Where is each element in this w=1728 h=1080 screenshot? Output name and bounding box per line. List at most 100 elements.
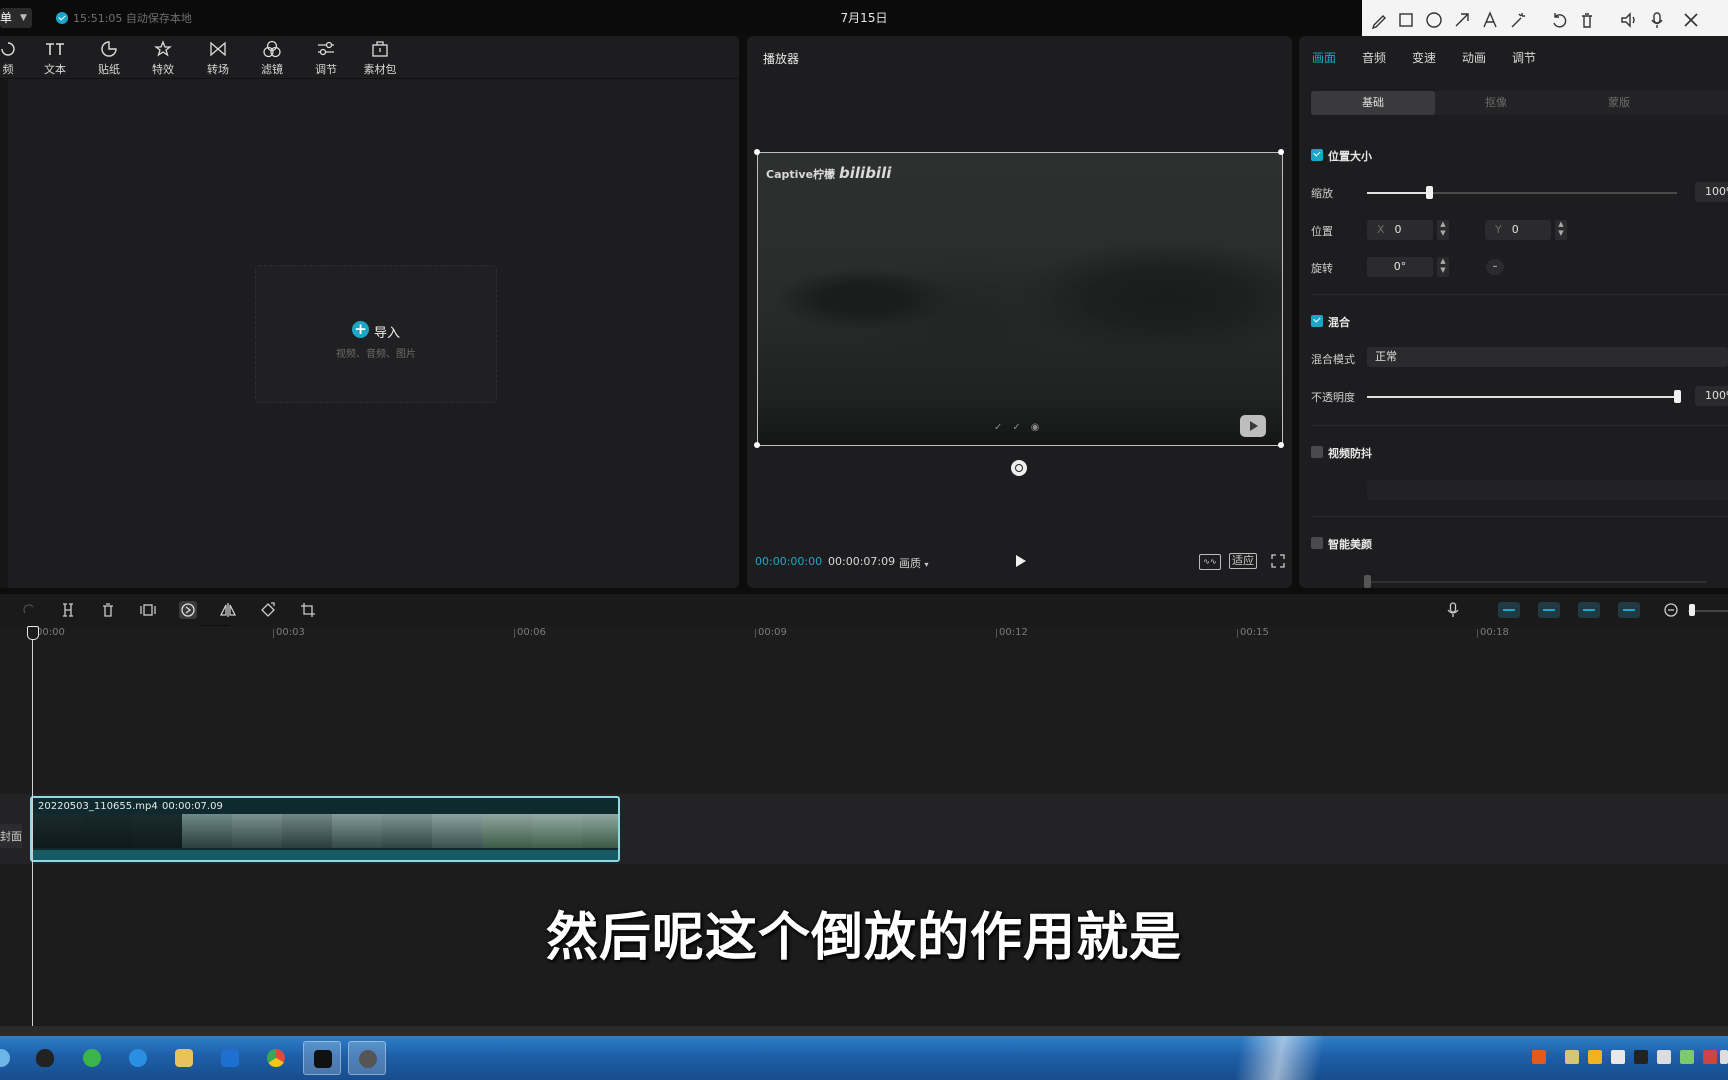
subtab-mask[interactable]: 蒙版 <box>1557 91 1681 115</box>
tab-filter[interactable]: 滤镜 <box>250 40 294 78</box>
tab-text[interactable]: 文本 <box>33 40 77 78</box>
trash-icon[interactable] <box>1576 9 1598 31</box>
resize-handle[interactable] <box>754 149 760 155</box>
subtab-basic[interactable]: 基础 <box>1311 91 1435 115</box>
tray-app-icon[interactable] <box>1657 1050 1671 1064</box>
beauty-checkbox[interactable] <box>1311 537 1323 549</box>
playhead-handle[interactable] <box>27 626 39 640</box>
rotate-handle[interactable] <box>1011 460 1027 476</box>
tab-adjust[interactable]: 调节 <box>304 40 348 78</box>
qq-tray-icon[interactable] <box>1634 1050 1648 1064</box>
auto-snap-icon[interactable] <box>1538 602 1560 618</box>
blend-mode-select[interactable]: 正常 <box>1367 347 1728 367</box>
resize-handle[interactable] <box>1278 149 1284 155</box>
fullscreen-icon[interactable] <box>1271 554 1285 568</box>
rectangle-icon[interactable] <box>1395 9 1417 31</box>
rotate-input[interactable]: 0° <box>1367 257 1433 277</box>
tab-sticker[interactable]: 贴纸 <box>87 40 131 78</box>
circle-icon[interactable] <box>1423 9 1445 31</box>
close-icon[interactable] <box>1680 9 1702 31</box>
preview-axis-icon[interactable] <box>1618 602 1640 618</box>
split-icon[interactable] <box>59 601 77 619</box>
tab-audio-props[interactable]: 音频 <box>1362 49 1386 66</box>
subtab-cutout[interactable]: 抠像 <box>1434 91 1558 115</box>
rotate-dial-icon[interactable]: – <box>1486 259 1504 275</box>
taskbar-wechat[interactable] <box>73 1041 111 1075</box>
arrow-icon[interactable] <box>1451 9 1473 31</box>
ratio-button[interactable]: 适应 <box>1229 553 1257 569</box>
tab-effects[interactable]: 特效 <box>141 40 185 78</box>
import-dropzone[interactable]: + 导入 视频、音频、图片 <box>255 265 497 403</box>
notification-flag-icon[interactable] <box>1703 1050 1717 1064</box>
scale-slider[interactable] <box>1367 192 1677 194</box>
tab-package[interactable]: 素材包 <box>358 40 402 78</box>
redo-icon[interactable] <box>20 601 38 619</box>
taskbar-capcut[interactable] <box>303 1041 341 1075</box>
tray-app-icon[interactable] <box>1611 1050 1625 1064</box>
resize-handle[interactable] <box>1278 442 1284 448</box>
speaker-icon[interactable] <box>1618 9 1640 31</box>
security-shield-icon[interactable] <box>1588 1050 1602 1064</box>
tab-transition[interactable]: 转场 <box>196 40 240 78</box>
taskbar-app[interactable] <box>211 1041 249 1075</box>
main-track-magnet-icon[interactable] <box>1498 602 1520 618</box>
taskbar-explorer[interactable] <box>165 1041 203 1075</box>
opacity-slider[interactable] <box>1367 396 1677 398</box>
rotate-icon[interactable] <box>259 601 277 619</box>
transition-icon <box>196 40 240 60</box>
position-size-checkbox[interactable] <box>1311 149 1323 161</box>
taskbar-chrome[interactable] <box>257 1041 295 1075</box>
subtab-bar: 基础 抠像 蒙版 <box>1311 91 1728 115</box>
tab-speed[interactable]: 变速 <box>1412 49 1436 66</box>
sogou-input-icon[interactable] <box>1532 1050 1546 1064</box>
timeline-scrollbar[interactable] <box>0 1026 1728 1036</box>
tab-animation[interactable]: 动画 <box>1462 49 1486 66</box>
blend-checkbox[interactable] <box>1311 315 1323 327</box>
volume-icon[interactable] <box>1720 1050 1728 1064</box>
time-ruler[interactable]: 00:00 00:03 00:06 00:09 00:12 00:15 00:1… <box>0 626 1728 644</box>
stabilize-checkbox[interactable] <box>1311 446 1323 458</box>
network-icon[interactable] <box>1680 1050 1694 1064</box>
zoom-slider-thumb[interactable] <box>1689 604 1695 616</box>
freeze-frame-icon[interactable] <box>139 601 157 619</box>
keyboard-icon[interactable] <box>1565 1050 1579 1064</box>
magic-wand-icon[interactable] <box>1507 9 1529 31</box>
waveform-icon[interactable]: ∿∿ <box>1199 554 1221 570</box>
resize-handle[interactable] <box>754 442 760 448</box>
tick-label: 00:18 <box>1477 627 1509 638</box>
taskbar-app[interactable] <box>348 1041 386 1075</box>
start-button[interactable] <box>0 1041 20 1075</box>
opacity-slider-thumb[interactable] <box>1674 390 1681 403</box>
annotation-toolbar <box>1362 0 1728 40</box>
tab-adjust-props[interactable]: 调节 <box>1512 49 1536 66</box>
record-microphone-icon[interactable] <box>1444 601 1462 619</box>
x-stepper[interactable]: ▲ ▼ <box>1437 220 1449 240</box>
taskbar-qq[interactable] <box>26 1041 64 1075</box>
tab-audio[interactable]: 频 <box>0 40 30 78</box>
delete-icon[interactable] <box>99 601 117 619</box>
pen-icon[interactable] <box>1368 9 1390 31</box>
tab-picture[interactable]: 画面 <box>1312 49 1336 66</box>
linkage-icon[interactable] <box>1578 602 1600 618</box>
zoom-out-icon[interactable] <box>1662 601 1680 619</box>
text-tool-icon[interactable] <box>1479 9 1501 31</box>
rotate-stepper[interactable]: ▲ ▼ <box>1437 257 1449 277</box>
scale-value[interactable]: 100% <box>1695 182 1728 202</box>
cover-button[interactable]: 封面 <box>0 824 22 848</box>
player-panel: 播放器 Captive柠檬 bilibili ✓✓◉ 00:00:00:00 00… <box>747 36 1292 588</box>
quality-dropdown[interactable]: 画质 ▾ <box>899 555 929 571</box>
opacity-value[interactable]: 100% <box>1695 386 1728 406</box>
crop-icon[interactable] <box>299 601 317 619</box>
video-preview[interactable]: Captive柠檬 bilibili ✓✓◉ <box>757 152 1283 446</box>
microphone-icon[interactable] <box>1646 9 1668 31</box>
taskbar-app[interactable] <box>119 1041 157 1075</box>
position-x-input[interactable]: X0 <box>1367 220 1433 240</box>
position-y-input[interactable]: Y0 <box>1485 220 1551 240</box>
y-stepper[interactable]: ▲ ▼ <box>1555 220 1567 240</box>
play-button[interactable] <box>1013 554 1027 568</box>
mirror-icon[interactable] <box>219 601 237 619</box>
video-clip[interactable]: 20220503_110655.mp4 00:00:07.09 <box>30 796 620 862</box>
undo-icon[interactable] <box>1548 9 1570 31</box>
scale-slider-thumb[interactable] <box>1426 186 1433 199</box>
reverse-icon[interactable] <box>179 601 197 619</box>
